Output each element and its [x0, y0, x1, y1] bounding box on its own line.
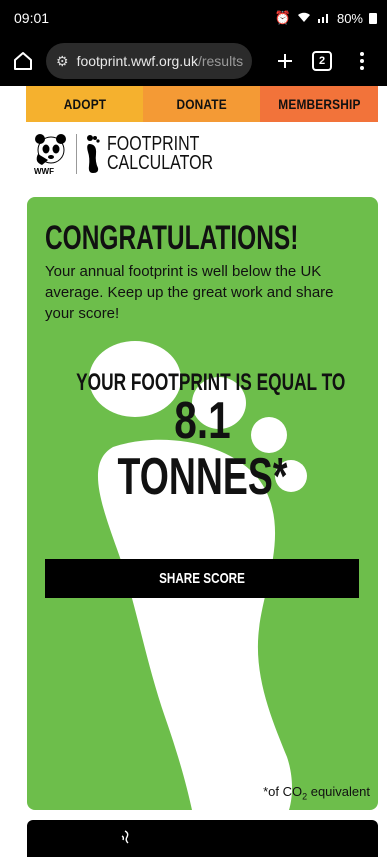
logo-title: FOOTPRINT CALCULATOR [107, 134, 214, 174]
result-card: CONGRATULATIONS! Your annual footprint i… [27, 197, 378, 810]
url-domain: footprint.wwf.org.uk [76, 53, 198, 69]
home-icon[interactable] [8, 46, 38, 76]
wwf-wordmark: WWF [34, 167, 54, 176]
nav-donate-label: DONATE [176, 96, 227, 112]
more-menu-icon[interactable] [352, 46, 372, 76]
nav-donate[interactable]: DONATE [143, 86, 260, 122]
share-score-button[interactable]: SHARE SCORE [45, 559, 359, 598]
wwf-panda-logo: WWF [32, 132, 70, 176]
alarm-icon: ⏰ [274, 10, 291, 25]
site-settings-icon[interactable]: ⚙ [56, 53, 69, 70]
top-nav: ADOPT DONATE MEMBERSHIP [26, 86, 378, 122]
congratulations-heading: CONGRATULATIONS! [45, 219, 299, 257]
address-bar[interactable]: ⚙ footprint.wwf.org.uk/results [46, 43, 252, 79]
nav-membership[interactable]: MEMBERSHIP [260, 86, 378, 122]
battery-icon [369, 12, 377, 24]
nav-adopt-label: ADOPT [63, 96, 106, 112]
status-bar: 09:01 ⏰ 80% [0, 0, 387, 36]
tab-switcher-button[interactable]: 2 [312, 51, 332, 71]
status-icons: ⏰ 80% [275, 10, 377, 26]
browser-toolbar: ⚙ footprint.wwf.org.uk/results 2 [0, 36, 387, 86]
share-score-label: SHARE SCORE [159, 570, 245, 587]
footprint-unit: TONNES* [117, 448, 288, 506]
signal-icon [317, 11, 331, 26]
footprint-logo-icon [87, 135, 100, 173]
logo-title-line2: CALCULATOR [107, 152, 214, 174]
site-logo[interactable]: WWF FOOTPRINT CALCULATOR [32, 130, 240, 178]
result-message: Your annual footprint is well below the … [45, 263, 334, 322]
logo-divider [76, 134, 77, 174]
footer-bar [27, 820, 378, 857]
co2-footnote: *of CO2 equivalent [263, 784, 370, 802]
wifi-icon [297, 11, 311, 26]
footnote-prefix: *of CO [263, 784, 303, 800]
nav-adopt[interactable]: ADOPT [26, 86, 143, 122]
footprint-value: 8.1 [174, 392, 231, 450]
url-path: /results [197, 53, 244, 69]
status-time: 09:01 [14, 10, 50, 26]
footer-icon [119, 830, 131, 847]
footnote-suffix: equivalent [307, 784, 370, 800]
new-tab-icon[interactable] [270, 46, 300, 76]
battery-percent: 80% [336, 10, 363, 26]
nav-membership-label: MEMBERSHIP [277, 96, 361, 112]
